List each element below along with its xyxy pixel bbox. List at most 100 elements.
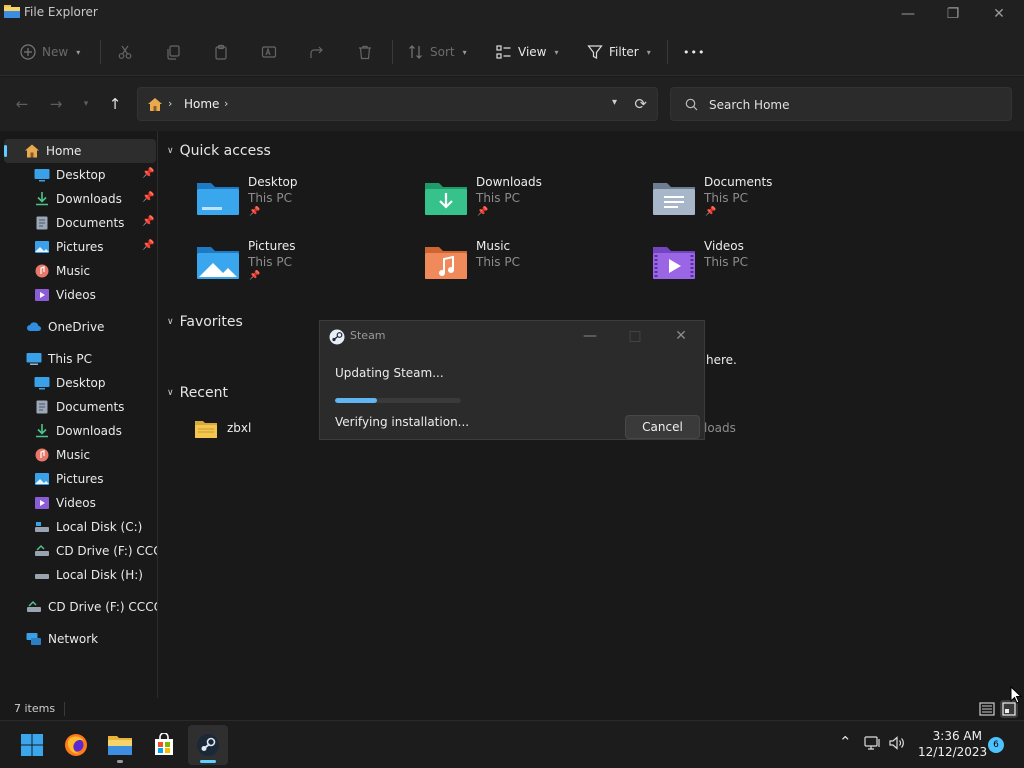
forward-button[interactable]: → [44,93,68,115]
videos-folder-icon [653,247,695,279]
clock-date[interactable]: 12/12/2023 [918,745,987,759]
taskbar-file-explorer[interactable] [100,725,140,765]
sidebar-item-network[interactable]: Network [0,627,157,651]
sidebar-item-desktop[interactable]: Desktop 📌 [0,163,157,187]
more-options-button[interactable]: ••• [683,38,705,66]
sidebar-item-home[interactable]: Home [4,139,156,163]
sidebar-item-videos[interactable]: Videos [0,283,157,307]
sidebar-item-pc-videos[interactable]: Videos [0,491,157,515]
start-button[interactable] [12,725,52,765]
back-button[interactable]: ← [10,93,34,115]
notification-badge[interactable]: 6 [988,737,1004,753]
address-bar[interactable]: › Home › ▾ ⟳ [137,87,658,121]
taskbar-store[interactable] [144,725,184,765]
sidebar-item-pc-pictures[interactable]: Pictures [0,467,157,491]
dialog-minimize-button[interactable]: — [575,324,605,348]
steam-update-dialog: Steam — □ ✕ Updating Steam... Verifying … [319,320,705,440]
up-button[interactable]: ↑ [103,93,127,115]
arrow-right-icon: → [49,95,63,113]
copy-button[interactable] [165,38,181,66]
cloud-icon [27,322,41,331]
sidebar-item-cd-drive-f-root[interactable]: CD Drive (F:) CCCOM [0,595,157,619]
search-box[interactable] [670,87,1012,121]
quick-access-header[interactable]: ∨ Quick access [167,143,271,159]
sort-button[interactable]: Sort ▾ [408,38,467,66]
refresh-icon[interactable]: ⟳ [634,95,647,113]
sidebar-item-downloads[interactable]: Downloads 📌 [0,187,157,211]
taskbar-firefox[interactable] [56,725,96,765]
sidebar-item-local-disk-h[interactable]: Local Disk (H:) [0,563,157,587]
recent-header[interactable]: ∨ Recent [167,385,228,401]
dialog-close-button[interactable]: ✕ [666,324,696,348]
home-icon [148,98,162,111]
trash-icon [359,45,371,60]
sidebar-item-music[interactable]: Music [0,259,157,283]
delete-button[interactable] [357,38,373,66]
search-input[interactable] [709,96,999,114]
computer-icon [26,353,42,365]
breadcrumb-separator: › [224,97,229,110]
close-button[interactable]: ✕ [976,0,1022,28]
breadcrumb-separator: › [168,97,173,110]
share-button[interactable] [309,38,325,66]
favorites-header[interactable]: ∨ Favorites [167,314,243,330]
sidebar-item-pc-desktop[interactable]: Desktop [0,371,157,395]
sidebar-item-pc-music[interactable]: Music [0,443,157,467]
rename-button[interactable] [261,38,277,66]
running-indicator [117,760,123,763]
recent-locations-button[interactable]: ▾ [74,93,98,115]
pin-icon[interactable]: 📌 [142,240,154,251]
quick-access-desktop[interactable]: Desktop This PC 📌 [196,175,396,231]
pin-icon[interactable]: 📌 [142,168,154,179]
sidebar-item-pc-downloads[interactable]: Downloads [0,419,157,443]
file-explorer-icon [108,736,132,755]
music-icon [35,448,49,462]
pin-icon: 📌 [477,207,489,217]
address-row: ← → ▾ ↑ › Home › ▾ ⟳ [0,77,1024,131]
pin-icon[interactable]: 📌 [142,192,154,203]
scissors-icon [118,45,132,59]
sidebar-item-local-disk-c[interactable]: Local Disk (C:) [0,515,157,539]
favorites-empty-text: here. [706,353,737,367]
recent-item-location: loads [704,421,736,435]
sidebar-item-cd-drive-f[interactable]: CD Drive (F:) CCCO [0,539,157,563]
cancel-button[interactable]: Cancel [625,415,700,439]
quick-access-music[interactable]: Music This PC [424,239,624,295]
view-button[interactable]: View ▾ [496,38,559,66]
quick-access-downloads[interactable]: Downloads This PC 📌 [424,175,624,231]
address-history-dropdown[interactable]: ▾ [612,97,617,108]
pin-icon[interactable]: 📌 [142,216,154,227]
cd-drive-icon [35,544,49,556]
new-button[interactable]: New ▾ [20,38,80,66]
filter-button[interactable]: Filter ▾ [587,38,651,66]
sidebar-item-onedrive[interactable]: OneDrive [0,315,157,339]
filter-icon [587,45,603,59]
documents-icon [36,216,48,230]
sidebar-item-pc-documents[interactable]: Documents [0,395,157,419]
breadcrumb-home[interactable]: Home [184,97,219,111]
details-view-button[interactable] [978,700,996,718]
paste-button[interactable] [213,38,229,66]
maximize-button[interactable]: ❐ [930,0,976,28]
clock-time[interactable]: 3:36 AM [918,729,982,743]
quick-access-pictures[interactable]: Pictures This PC 📌 [196,239,396,295]
desktop-icon [34,169,50,182]
pictures-icon [35,241,49,253]
sidebar-item-documents[interactable]: Documents 📌 [0,211,157,235]
copy-icon [167,45,180,60]
network-status-icon[interactable] [864,735,882,751]
chevron-down-icon: ▾ [646,47,651,57]
toolbar-divider [392,40,393,64]
quick-access-videos[interactable]: Videos This PC [652,239,852,295]
taskbar-steam[interactable] [188,725,228,765]
show-hidden-icons-button[interactable]: ⌃ [839,733,852,751]
volume-icon[interactable] [888,735,906,751]
sidebar-item-this-pc[interactable]: This PC [0,347,157,371]
progress-fill [335,398,377,403]
start-icon [21,734,43,756]
quick-access-documents[interactable]: Documents This PC 📌 [652,175,852,231]
search-icon [685,98,698,111]
cut-button[interactable] [117,38,133,66]
minimize-button[interactable]: — [885,0,931,28]
sidebar-item-pictures[interactable]: Pictures 📌 [0,235,157,259]
